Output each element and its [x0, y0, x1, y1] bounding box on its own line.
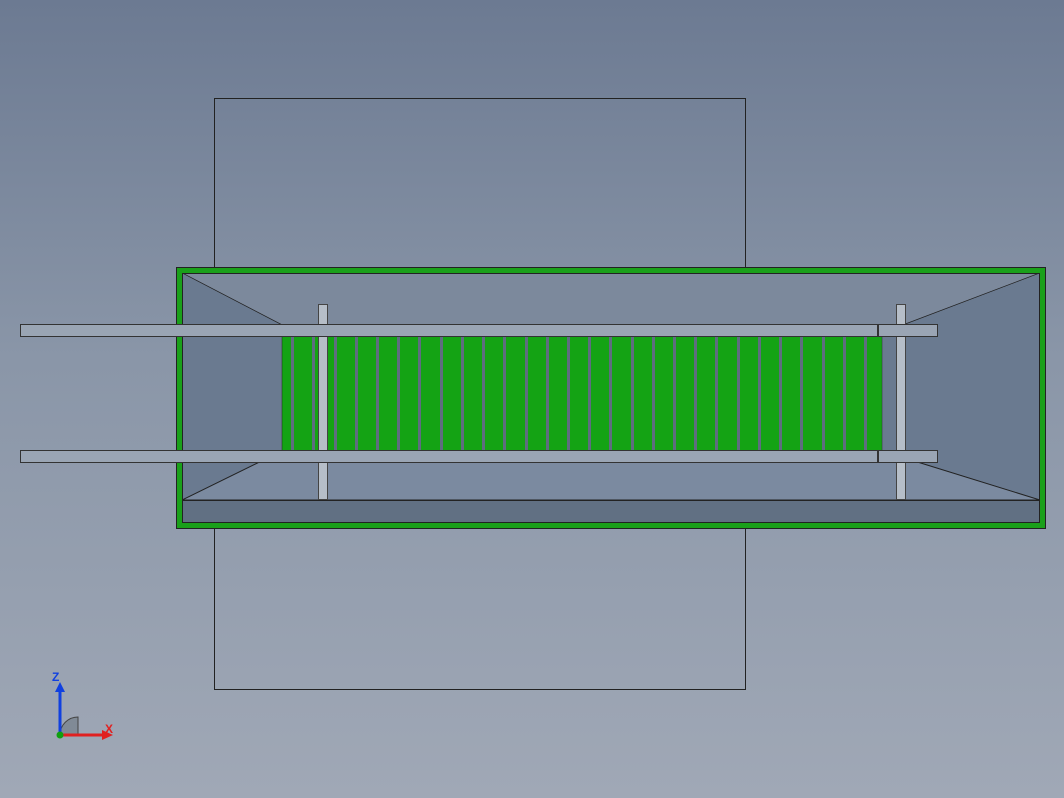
rod-upper-extension	[878, 324, 938, 337]
cad-viewport[interactable]: Z X	[0, 0, 1064, 798]
rod-upper	[20, 324, 878, 337]
cavity-floor	[182, 500, 1040, 523]
axis-y-dot	[57, 732, 64, 739]
floor-edge	[182, 500, 1040, 501]
axis-label-z: Z	[52, 670, 59, 684]
axis-triad[interactable]: Z X	[50, 680, 120, 750]
cavity-frame	[182, 273, 1040, 523]
rod-lower-extension	[878, 450, 938, 463]
rod-lower	[20, 450, 878, 463]
axis-label-x: X	[105, 722, 113, 736]
triad-svg	[50, 680, 120, 750]
